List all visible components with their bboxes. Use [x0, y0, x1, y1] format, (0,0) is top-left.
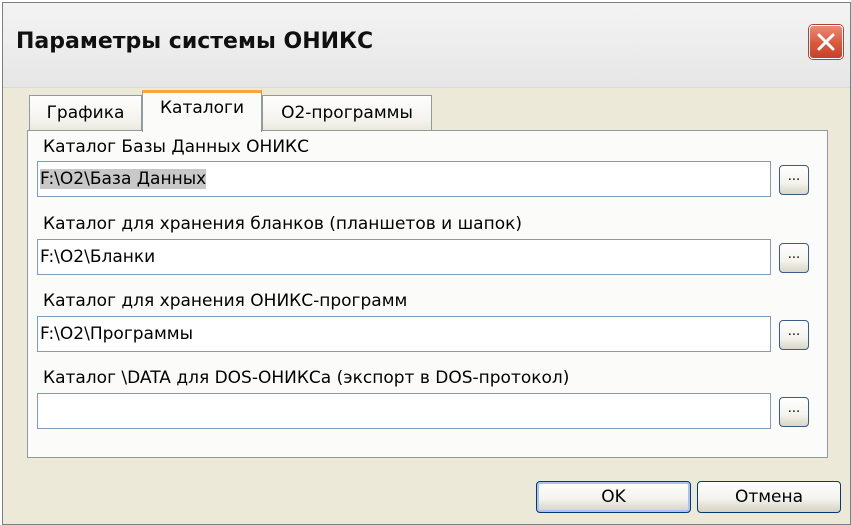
database-directory-input[interactable]: F:\O2\База Данных	[37, 161, 771, 197]
close-icon	[817, 33, 835, 51]
database-directory-label: Каталог Базы Данных ОНИКС	[43, 137, 309, 157]
blanks-directory-input[interactable]: F:\O2\Бланки	[37, 239, 771, 275]
tab-graphics[interactable]: Графика	[29, 95, 142, 130]
programs-directory-input[interactable]: F:\O2\Программы	[37, 316, 771, 352]
browse-dos-data-button[interactable]: ...	[779, 397, 809, 427]
browse-programs-button[interactable]: ...	[779, 320, 809, 350]
window-title: Параметры системы ОНИКС	[16, 29, 374, 54]
browse-blanks-button[interactable]: ...	[779, 243, 809, 273]
settings-dialog: Параметры системы ОНИКС Графика Каталоги…	[2, 2, 851, 525]
close-button[interactable]	[809, 25, 843, 59]
title-bar[interactable]: Параметры системы ОНИКС	[3, 3, 850, 88]
cancel-button[interactable]: Отмена	[697, 481, 841, 513]
tab-catalogs[interactable]: Каталоги	[142, 90, 262, 132]
dos-data-directory-input[interactable]	[37, 393, 771, 429]
ok-button[interactable]: OK	[536, 481, 691, 513]
dos-data-directory-label: Каталог \DATA для DOS-ОНИКСа (экспорт в …	[43, 368, 570, 388]
programs-directory-value: F:\O2\Программы	[40, 324, 194, 344]
database-directory-value: F:\O2\База Данных	[40, 169, 207, 189]
tab-o2-programs[interactable]: О2-программы	[262, 95, 432, 130]
blanks-directory-label: Каталог для хранения бланков (планшетов …	[43, 214, 522, 234]
programs-directory-label: Каталог для хранения ОНИКС-программ	[43, 291, 408, 311]
browse-database-button[interactable]: ...	[779, 165, 809, 195]
blanks-directory-value: F:\O2\Бланки	[40, 247, 156, 267]
